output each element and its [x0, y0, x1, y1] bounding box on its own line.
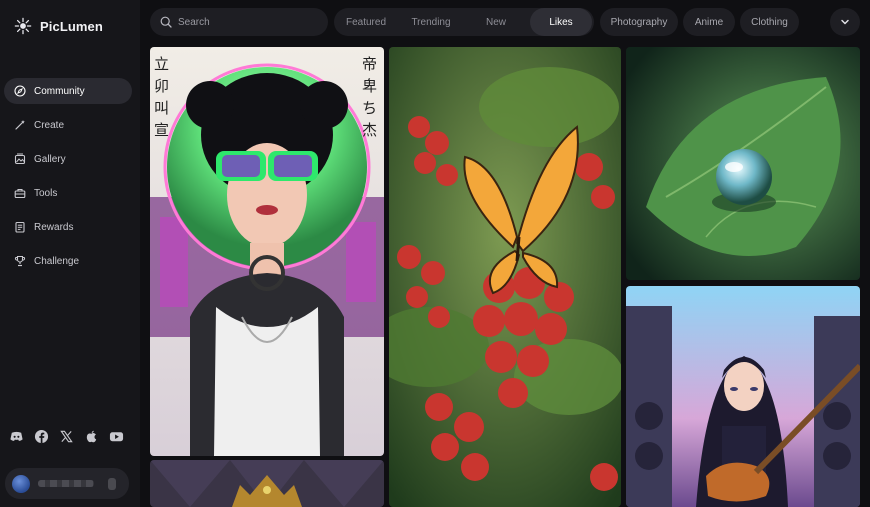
sidebar-item-label: Create	[34, 119, 65, 131]
tab-new[interactable]: New	[464, 8, 528, 36]
sidebar-item-label: Tools	[34, 187, 58, 199]
filter-chip-anime[interactable]: Anime	[683, 8, 735, 36]
search-icon	[160, 16, 172, 28]
piclumen-logo-icon	[14, 17, 32, 35]
facebook-icon[interactable]	[33, 428, 49, 444]
svg-text:立: 立	[154, 55, 169, 73]
sidebar-item-label: Community	[34, 85, 85, 97]
gallery-card-water-droplet[interactable]	[626, 47, 860, 280]
sidebar-nav: Community Create Gallery Tools Rewards C…	[4, 78, 132, 282]
gallery-icon	[14, 153, 26, 165]
gallery-card-punk-girl[interactable]: 立卯叫宣 帝卑ち杰	[150, 47, 384, 456]
gallery-card-butterfly[interactable]	[389, 47, 621, 507]
card-image	[626, 286, 860, 507]
card-image	[626, 47, 860, 280]
sidebar-item-label: Challenge	[34, 255, 80, 267]
sidebar-item-label: Rewards	[34, 221, 74, 233]
sidebar-item-create[interactable]: Create	[4, 112, 132, 138]
tab-likes[interactable]: Likes	[530, 8, 592, 36]
brand-logo[interactable]: PicLumen	[14, 14, 103, 38]
redacted-username	[38, 480, 94, 487]
sidebar-item-rewards[interactable]: Rewards	[4, 214, 132, 240]
app-root: PicLumen Community Create Gallery Tools …	[0, 0, 870, 507]
sidebar: PicLumen Community Create Gallery Tools …	[0, 0, 140, 507]
card-image	[150, 460, 384, 507]
gallery-card-guitar-girl[interactable]	[626, 286, 860, 507]
sidebar-item-tools[interactable]: Tools	[4, 180, 132, 206]
x-icon[interactable]	[58, 428, 74, 444]
compass-icon	[14, 85, 26, 97]
tab-trending[interactable]: Trending	[398, 8, 464, 36]
toolbox-icon	[14, 187, 26, 199]
card-image	[389, 47, 621, 507]
wand-icon	[14, 119, 26, 131]
svg-text:杰: 杰	[362, 121, 377, 139]
sidebar-item-community[interactable]: Community	[4, 78, 132, 104]
brand-name: PicLumen	[40, 18, 103, 34]
top-bar: Featured Trending New Likes Photography …	[148, 8, 864, 36]
discord-icon[interactable]	[8, 428, 24, 444]
sidebar-item-challenge[interactable]: Challenge	[4, 248, 132, 274]
chevron-down-icon	[841, 19, 849, 25]
svg-text:卯: 卯	[154, 77, 169, 95]
svg-text:叫: 叫	[154, 99, 169, 117]
svg-text:帝: 帝	[362, 55, 377, 73]
svg-text:ち: ち	[362, 99, 377, 117]
svg-text:卑: 卑	[362, 77, 377, 95]
youtube-icon[interactable]	[108, 428, 124, 444]
user-profile-card[interactable]	[5, 468, 129, 499]
more-categories-button[interactable]	[830, 8, 860, 36]
search-input[interactable]	[178, 16, 318, 28]
filter-chip-photography[interactable]: Photography	[600, 8, 678, 36]
sort-tabs: Featured Trending New Likes	[334, 8, 594, 36]
trophy-icon	[14, 255, 26, 267]
redacted-badge	[108, 477, 116, 490]
rewards-icon	[14, 221, 26, 233]
gallery-card-crown[interactable]	[150, 460, 384, 507]
search-bar[interactable]	[150, 8, 328, 36]
filter-chip-clothing[interactable]: Clothing	[740, 8, 799, 36]
avatar	[12, 474, 30, 493]
card-image: 立卯叫宣 帝卑ち杰	[150, 47, 384, 456]
sidebar-item-label: Gallery	[34, 153, 66, 165]
apple-icon[interactable]	[83, 428, 99, 444]
social-links	[8, 428, 124, 444]
svg-text:宣: 宣	[154, 121, 169, 139]
sidebar-item-gallery[interactable]: Gallery	[4, 146, 132, 172]
tab-featured[interactable]: Featured	[334, 8, 398, 36]
